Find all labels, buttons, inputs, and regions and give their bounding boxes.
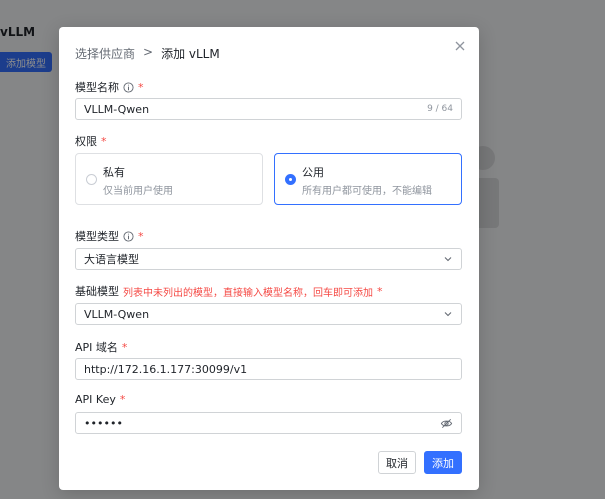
required-mark: * <box>377 284 383 298</box>
base-model-label-text: 基础模型 <box>75 285 119 298</box>
breadcrumb: 选择供应商 > 添加 vLLM <box>75 45 220 62</box>
base-model-select[interactable]: VLLM-Qwen <box>75 303 462 325</box>
model-type-value: 大语言模型 <box>84 253 139 266</box>
required-mark: * <box>138 80 144 94</box>
base-model-label: 基础模型 列表中未列出的模型，直接输入模型名称，回车即可添加 * <box>75 283 383 299</box>
api-domain-label-text: API 域名 <box>75 341 118 354</box>
chevron-down-icon <box>444 257 452 262</box>
option-title: 公用 <box>302 166 324 179</box>
radio-unchecked-icon[interactable] <box>86 174 97 185</box>
base-model-value: VLLM-Qwen <box>84 307 150 321</box>
permission-label: 权限 * <box>75 133 107 149</box>
api-key-value: •••••• <box>84 416 123 430</box>
breadcrumb-current: 添加 vLLM <box>161 47 220 61</box>
permission-label-text: 权限 <box>75 135 97 148</box>
api-domain-input[interactable]: http://172.16.1.177:30099/v1 <box>75 358 462 380</box>
option-title: 私有 <box>103 166 125 179</box>
api-key-input[interactable]: •••••• <box>75 412 462 434</box>
model-name-label-text: 模型名称 <box>75 81 119 94</box>
base-model-hint: 列表中未列出的模型，直接输入模型名称，回车即可添加 <box>123 287 373 299</box>
info-icon[interactable] <box>123 230 134 242</box>
char-counter: 9 / 64 <box>427 104 453 114</box>
eye-off-icon[interactable] <box>440 417 453 430</box>
breadcrumb-parent[interactable]: 选择供应商 <box>75 45 135 62</box>
chevron-down-icon <box>444 312 452 317</box>
model-type-label: 模型类型 * <box>75 228 144 244</box>
option-description: 所有用户都可使用，不能编辑 <box>302 186 432 197</box>
close-button[interactable] <box>453 39 467 53</box>
required-mark: * <box>101 134 107 148</box>
model-type-select[interactable]: 大语言模型 <box>75 248 462 270</box>
model-name-label: 模型名称 * <box>75 79 144 95</box>
permission-private-option[interactable]: 私有 仅当前用户使用 <box>75 153 263 205</box>
radio-checked-icon[interactable] <box>285 174 296 185</box>
api-domain-label: API 域名 * <box>75 339 127 355</box>
add-button[interactable]: 添加 <box>424 451 462 474</box>
api-domain-value: http://172.16.1.177:30099/v1 <box>84 362 248 376</box>
add-model-dialog: 选择供应商 > 添加 vLLM 模型名称 * VLLM-Qwen 9 / 64 … <box>59 27 479 490</box>
required-mark: * <box>121 340 128 354</box>
model-name-input[interactable]: VLLM-Qwen 9 / 64 <box>75 98 462 120</box>
api-key-label: API Key * <box>75 393 125 406</box>
breadcrumb-separator: > <box>143 45 154 59</box>
required-mark: * <box>119 393 126 406</box>
close-icon <box>455 41 465 51</box>
api-key-label-text: API Key <box>75 393 116 406</box>
permission-public-option[interactable]: 公用 所有用户都可使用，不能编辑 <box>274 153 462 205</box>
model-type-label-text: 模型类型 <box>75 230 119 243</box>
cancel-button[interactable]: 取消 <box>378 451 416 474</box>
model-name-value: VLLM-Qwen <box>84 102 150 116</box>
info-icon[interactable] <box>123 81 134 93</box>
option-description: 仅当前用户使用 <box>103 186 173 197</box>
required-mark: * <box>138 229 144 243</box>
